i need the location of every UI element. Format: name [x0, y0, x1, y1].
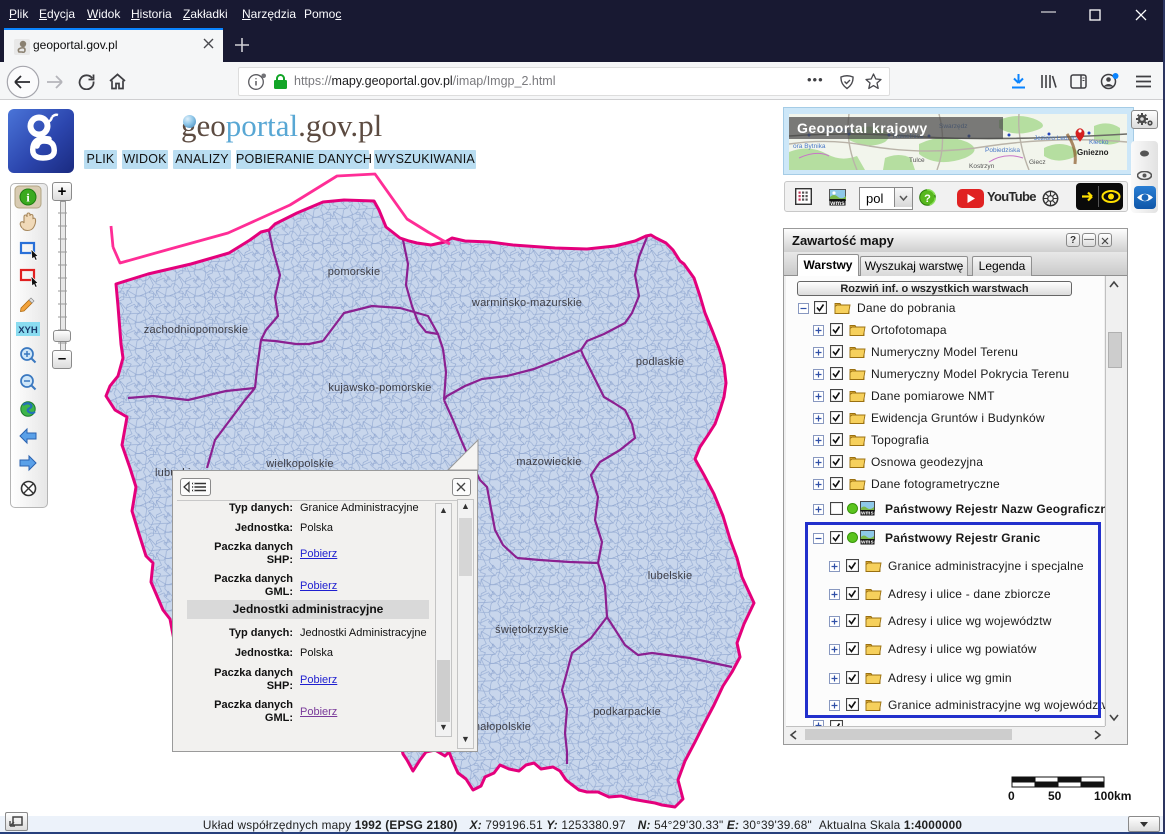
svg-text:kujawsko-pomorskie: kujawsko-pomorskie — [328, 382, 431, 394]
svg-text:100km: 100km — [1094, 789, 1131, 803]
svg-text:Pobiedziska: Pobiedziska — [985, 147, 1020, 154]
svg-text:Tulce: Tulce — [909, 157, 925, 164]
svg-text:podlaskie: podlaskie — [636, 356, 684, 368]
svg-text:lubelskie: lubelskie — [648, 570, 693, 582]
svg-text:Gniezno: Gniezno — [1077, 148, 1109, 157]
svg-text:XYH: XYH — [18, 325, 38, 336]
svg-text:Kostrzyn: Kostrzyn — [969, 163, 995, 170]
svg-text:?: ? — [924, 193, 931, 205]
svg-text:Geoportal krajowy: Geoportal krajowy — [797, 120, 928, 136]
svg-text:Kłecko: Kłecko — [1089, 139, 1109, 146]
svg-text:50: 50 — [1048, 789, 1062, 803]
svg-text:zachodniopomorskie: zachodniopomorskie — [144, 324, 249, 336]
svg-text:wms: wms — [829, 200, 845, 206]
svg-text:podkarpackie: podkarpackie — [593, 706, 661, 718]
svg-text:świętokrzyskie: świętokrzyskie — [495, 624, 569, 636]
svg-text:Jezioro Lednica: Jezioro Lednica — [1034, 135, 1080, 142]
svg-text:warmińsko-mazurskie: warmińsko-mazurskie — [471, 297, 582, 309]
svg-text:małopolskie: małopolskie — [471, 721, 531, 733]
svg-text:Giecz: Giecz — [1029, 159, 1046, 166]
svg-text:wielkopolskie: wielkopolskie — [265, 458, 333, 470]
svg-text:mazowieckie: mazowieckie — [516, 456, 581, 468]
svg-text:0: 0 — [1008, 789, 1015, 803]
svg-text:pomorskie: pomorskie — [328, 266, 381, 278]
svg-text:ora Bytnika: ora Bytnika — [793, 143, 826, 150]
